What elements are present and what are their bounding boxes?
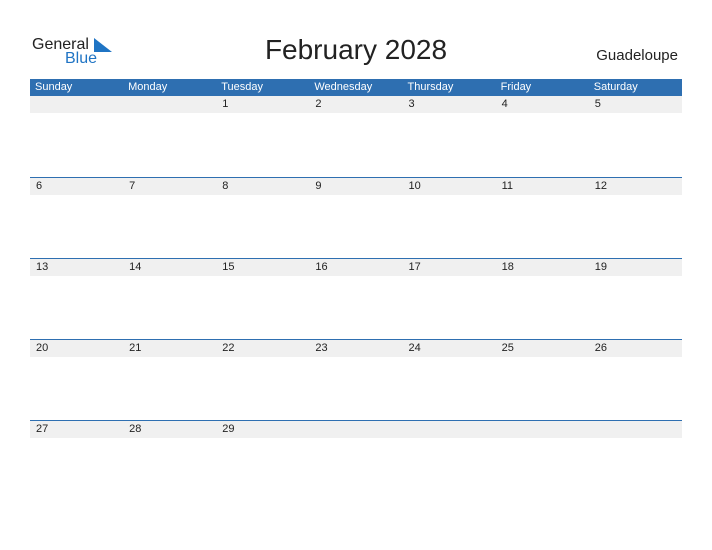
week-row: 1 2 3 4 5 <box>30 96 682 177</box>
day-cell: 7 <box>129 180 136 192</box>
weekday-wednesday: Wednesday <box>314 81 373 93</box>
calendar-grid: Sunday Monday Tuesday Wednesday Thursday… <box>30 79 682 501</box>
weekday-friday: Friday <box>500 81 532 93</box>
day-cell: 17 <box>408 261 421 273</box>
day-cell: 18 <box>501 261 514 273</box>
day-cell: 5 <box>594 98 601 110</box>
day-cell <box>403 421 496 438</box>
day-cell: 11 <box>501 180 514 192</box>
day-cell: 4 <box>501 98 508 110</box>
day-cell: 2 <box>315 98 322 110</box>
day-cell: 19 <box>594 261 607 273</box>
day-cell: 24 <box>408 342 421 354</box>
date-number-row: 1 2 3 4 5 <box>30 96 682 113</box>
date-number-row: 20 21 22 23 24 25 26 <box>30 340 682 357</box>
country-label: Guadeloupe <box>596 47 678 64</box>
weekday-thursday: Thursday <box>407 81 454 93</box>
day-cell: 16 <box>315 261 328 273</box>
day-cell: 29 <box>222 423 235 435</box>
day-cell <box>30 96 123 113</box>
day-cell: 3 <box>408 98 415 110</box>
day-cell: 15 <box>222 261 235 273</box>
day-cell: 28 <box>129 423 142 435</box>
day-cell: 9 <box>315 180 322 192</box>
day-cell <box>123 96 216 113</box>
day-cell <box>496 421 589 438</box>
day-cell: 12 <box>594 180 607 192</box>
week-row: 13 14 15 16 17 18 19 <box>30 258 682 339</box>
weekday-header: Sunday Monday Tuesday Wednesday Thursday… <box>30 79 682 96</box>
week-row: 6 7 8 9 10 11 12 <box>30 177 682 258</box>
day-cell: 14 <box>129 261 142 273</box>
weekday-sunday: Sunday <box>35 81 73 93</box>
day-cell: 1 <box>222 98 229 110</box>
day-cell: 22 <box>222 342 235 354</box>
date-number-row: 27 28 29 <box>30 421 682 438</box>
date-number-row: 6 7 8 9 10 11 12 <box>30 178 682 195</box>
day-cell: 6 <box>36 180 43 192</box>
day-cell: 26 <box>594 342 607 354</box>
day-cell: 25 <box>501 342 514 354</box>
week-row: 27 28 29 <box>30 420 682 501</box>
day-cell: 21 <box>129 342 142 354</box>
weekday-tuesday: Tuesday <box>221 81 264 93</box>
day-cell: 10 <box>408 180 421 192</box>
day-cell: 27 <box>36 423 49 435</box>
week-row: 20 21 22 23 24 25 26 <box>30 339 682 420</box>
weekday-saturday: Saturday <box>593 81 638 93</box>
weekday-monday: Monday <box>128 81 168 93</box>
day-cell <box>589 421 682 438</box>
day-cell <box>309 421 402 438</box>
day-cell: 8 <box>222 180 229 192</box>
date-number-row: 13 14 15 16 17 18 19 <box>30 259 682 276</box>
day-cell: 23 <box>315 342 328 354</box>
day-cell: 13 <box>36 261 49 273</box>
day-cell: 20 <box>36 342 49 354</box>
